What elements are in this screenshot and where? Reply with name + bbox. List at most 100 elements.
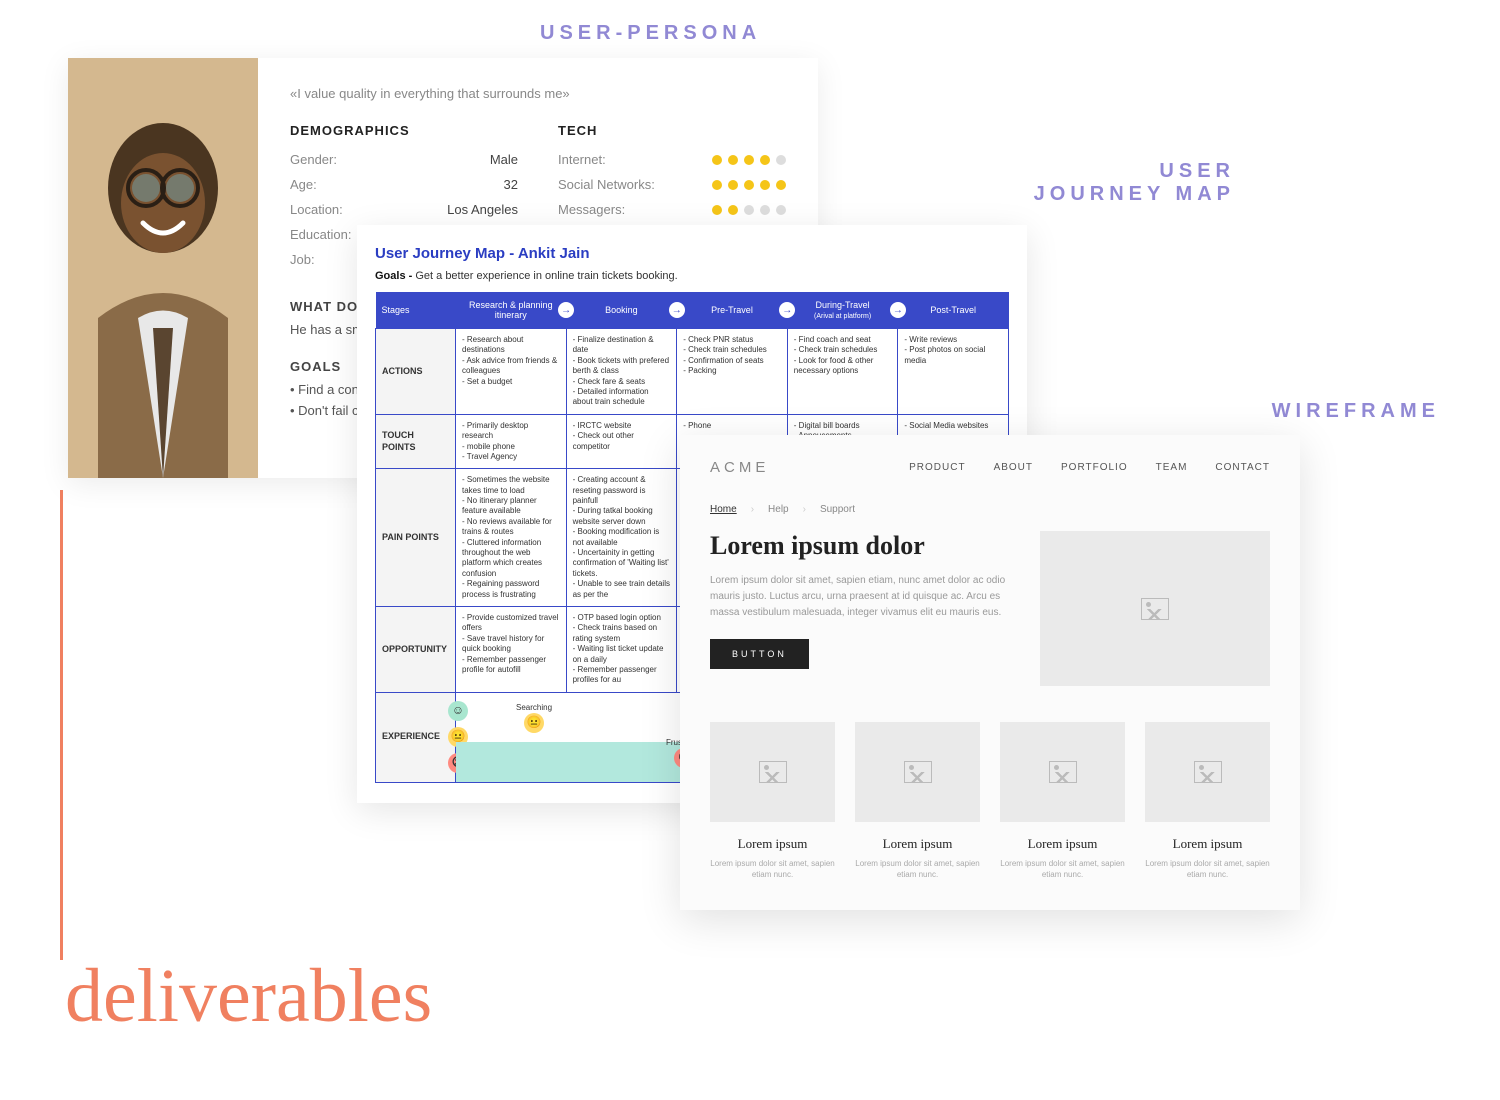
jm-col-head: Research & planning itinerary→ xyxy=(456,292,567,329)
jm-col-head: Stages xyxy=(376,292,456,329)
persona-quote: «I value quality in everything that surr… xyxy=(290,86,786,101)
wf-card-body: Lorem ipsum dolor sit amet, sapien etiam… xyxy=(1145,858,1270,880)
wf-card-title: Lorem ipsum xyxy=(1000,836,1125,852)
wf-card-image-placeholder xyxy=(1145,722,1270,822)
jm-row-actions: ACTIONSResearch about destinationsAsk ad… xyxy=(376,329,1009,415)
arrow-icon: → xyxy=(558,302,574,318)
wf-card-image-placeholder xyxy=(855,722,980,822)
label-user-journey-l2: JOURNEY MAP xyxy=(1034,183,1235,206)
chevron-right-icon: › xyxy=(751,504,754,515)
social-rating xyxy=(712,180,786,190)
image-icon xyxy=(1049,761,1077,783)
jm-cell: Write reviewsPost photos on social media xyxy=(898,329,1009,415)
wf-logo: ACME xyxy=(710,459,769,476)
social-label: Social Networks: xyxy=(558,177,655,192)
jm-cell: Research about destinationsAsk advice fr… xyxy=(456,329,567,415)
wf-breadcrumb: Home › Help › Support xyxy=(710,504,1270,515)
wf-card: Lorem ipsum Lorem ipsum dolor sit amet, s… xyxy=(1145,722,1270,880)
wf-crumb[interactable]: Support xyxy=(820,504,855,515)
wf-nav-item[interactable]: TEAM xyxy=(1156,462,1188,473)
journey-title: User Journey Map - Ankit Jain xyxy=(375,245,1009,262)
wf-card-row: Lorem ipsum Lorem ipsum dolor sit amet, s… xyxy=(710,722,1270,880)
label-wireframe: WIREFRAME xyxy=(1272,400,1440,423)
jm-col-head: Post-Travel xyxy=(898,292,1009,329)
arrow-icon: → xyxy=(669,302,685,318)
jm-row-label: OPPORTUNITY xyxy=(376,606,456,692)
wf-nav-item[interactable]: PRODUCT xyxy=(909,462,965,473)
image-icon xyxy=(904,761,932,783)
jm-row-label: TOUCH POINTS xyxy=(376,414,456,469)
label-user-journey: USER JOURNEY MAP xyxy=(1034,160,1235,206)
wf-nav-item[interactable]: CONTACT xyxy=(1215,462,1270,473)
gender-value: Male xyxy=(490,152,518,167)
wf-card: Lorem ipsum Lorem ipsum dolor sit amet, s… xyxy=(855,722,980,880)
jm-cell: Creating account & reseting password is … xyxy=(566,469,677,607)
wf-hero-title: Lorem ipsum dolor xyxy=(710,531,1010,561)
journey-goals: Goals - Get a better experience in onlin… xyxy=(375,270,1009,282)
jm-cell: Check PNR statusCheck train schedulesCon… xyxy=(677,329,788,415)
accent-bar xyxy=(60,490,63,960)
chevron-right-icon: › xyxy=(803,504,806,515)
wireframe-card: ACME PRODUCT ABOUT PORTFOLIO TEAM CONTACT Ho… xyxy=(680,435,1300,910)
wf-card-body: Lorem ipsum dolor sit amet, sapien etiam… xyxy=(710,858,835,880)
messengers-label: Messagers: xyxy=(558,202,625,217)
wf-nav: PRODUCT ABOUT PORTFOLIO TEAM CONTACT xyxy=(909,462,1270,473)
image-icon xyxy=(1194,761,1222,783)
demographics-heading: DEMOGRAPHICS xyxy=(290,123,518,138)
wf-card-image-placeholder xyxy=(710,722,835,822)
tech-internet: Internet: xyxy=(558,152,786,167)
deliverables-word: deliverables xyxy=(65,953,432,1040)
wf-card-body: Lorem ipsum dolor sit amet, sapien etiam… xyxy=(855,858,980,880)
image-icon xyxy=(1141,598,1169,620)
jm-cell: Sometimes the website takes time to load… xyxy=(456,469,567,607)
wf-hero-image-placeholder xyxy=(1040,531,1270,686)
label-user-persona: USER-PERSONA xyxy=(540,22,761,45)
persona-photo-svg xyxy=(68,58,258,478)
job-label: Job: xyxy=(290,252,315,267)
wf-card: Lorem ipsum Lorem ipsum dolor sit amet, s… xyxy=(1000,722,1125,880)
wf-header: ACME PRODUCT ABOUT PORTFOLIO TEAM CONTACT xyxy=(710,459,1270,476)
gender-label: Gender: xyxy=(290,152,337,167)
wf-card-title: Lorem ipsum xyxy=(710,836,835,852)
journey-header-row: StagesResearch & planning itinerary→Book… xyxy=(376,292,1009,329)
arrow-icon: → xyxy=(779,302,795,318)
jm-cell: OTP based login optionCheck trains based… xyxy=(566,606,677,692)
jm-col-head: Booking→ xyxy=(566,292,677,329)
wf-card-image-placeholder xyxy=(1000,722,1125,822)
arrow-icon: → xyxy=(890,302,906,318)
wf-crumb[interactable]: Help xyxy=(768,504,789,515)
messengers-rating xyxy=(712,205,786,215)
internet-label: Internet: xyxy=(558,152,606,167)
persona-photo xyxy=(68,58,258,478)
jm-row-label: PAIN POINTS xyxy=(376,469,456,607)
jm-row-label: EXPERIENCE☺😐☹ xyxy=(376,692,456,782)
education-label: Education: xyxy=(290,227,351,242)
wf-hero-text: Lorem ipsum dolor Lorem ipsum dolor sit … xyxy=(710,531,1010,686)
wf-nav-item[interactable]: ABOUT xyxy=(994,462,1033,473)
tech-heading: TECH xyxy=(558,123,786,138)
wf-cta-button[interactable]: BUTTON xyxy=(710,639,809,669)
wf-card-body: Lorem ipsum dolor sit amet, sapien etiam… xyxy=(1000,858,1125,880)
jm-cell: Provide customized travel offersSave tra… xyxy=(456,606,567,692)
emoji-neutral-icon: 😐 xyxy=(524,713,544,733)
jm-col-head: During-Travel(Arival at platform)→ xyxy=(787,292,898,329)
jm-cell: IRCTC websiteCheck out other competitor xyxy=(566,414,677,469)
tech-social: Social Networks: xyxy=(558,177,786,192)
wf-crumb[interactable]: Home xyxy=(710,504,737,515)
wf-card-title: Lorem ipsum xyxy=(1145,836,1270,852)
age-value: 32 xyxy=(504,177,518,192)
internet-rating xyxy=(712,155,786,165)
jm-cell: Primarily desktop researchmobile phoneTr… xyxy=(456,414,567,469)
jm-col-head: Pre-Travel→ xyxy=(677,292,788,329)
location-value: Los Angeles xyxy=(447,202,518,217)
wf-nav-item[interactable]: PORTFOLIO xyxy=(1061,462,1128,473)
jm-cell: Finalize destination & dateBook tickets … xyxy=(566,329,677,415)
tech-messengers: Messagers: xyxy=(558,202,786,217)
image-icon xyxy=(759,761,787,783)
location-label: Location: xyxy=(290,202,343,217)
age-label: Age: xyxy=(290,177,317,192)
label-user-journey-l1: USER xyxy=(1034,160,1235,183)
wf-card: Lorem ipsum Lorem ipsum dolor sit amet, s… xyxy=(710,722,835,880)
wf-card-title: Lorem ipsum xyxy=(855,836,980,852)
jm-cell: Find coach and seatCheck train schedules… xyxy=(787,329,898,415)
